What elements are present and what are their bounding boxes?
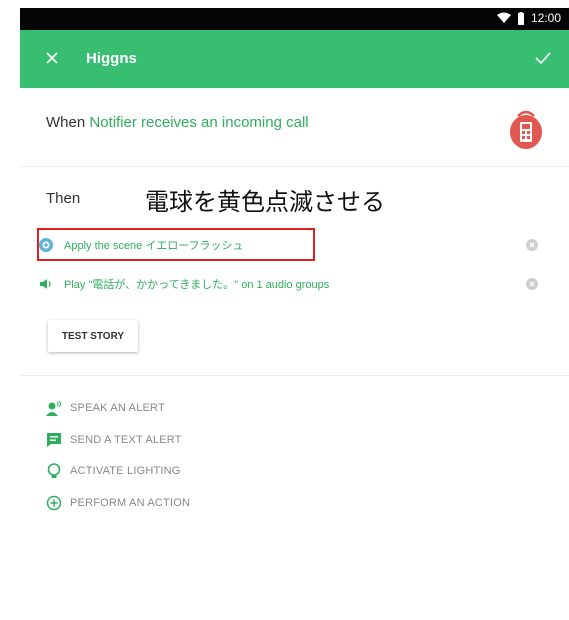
wifi-icon bbox=[496, 12, 511, 23]
add-circle-icon bbox=[46, 495, 62, 511]
check-icon[interactable] bbox=[533, 48, 553, 68]
status-icons: 12:00 bbox=[496, 11, 561, 25]
add-perform-action[interactable]: PERFORM AN ACTION bbox=[46, 493, 190, 513]
speak-alert-icon bbox=[46, 400, 61, 416]
trigger-description[interactable]: Notifier receives an incoming call bbox=[89, 114, 308, 131]
add-speak-alert[interactable]: SPEAK AN ALERT bbox=[46, 398, 165, 418]
add-option-label: SEND A TEXT ALERT bbox=[70, 434, 182, 446]
action-text: Play "電話が、かかってきました。" on 1 audio groups bbox=[64, 279, 330, 291]
phone-notifier-icon bbox=[510, 110, 542, 149]
section-divider bbox=[20, 375, 569, 376]
text-alert-icon bbox=[47, 433, 61, 447]
add-option-label: SPEAK AN ALERT bbox=[70, 402, 165, 414]
action-row-audio[interactable]: Play "電話が、かかってきました。" on 1 audio groups bbox=[38, 269, 558, 299]
annotation-highlight-box bbox=[37, 228, 315, 261]
trigger-row[interactable]: When Notifier receives an incoming call bbox=[20, 88, 569, 167]
battery-icon bbox=[517, 11, 524, 25]
annotation-note: 電球を黄色点滅させる bbox=[145, 188, 385, 216]
close-icon[interactable] bbox=[42, 48, 62, 68]
add-option-label: ACTIVATE LIGHTING bbox=[70, 465, 181, 477]
status-time: 12:00 bbox=[530, 11, 561, 25]
trigger-text: When Notifier receives an incoming call bbox=[46, 114, 309, 131]
remove-icon[interactable] bbox=[526, 239, 538, 251]
app-bar: Higgns bbox=[20, 30, 569, 88]
then-label: Then bbox=[46, 190, 81, 207]
app-title: Higgns bbox=[86, 50, 137, 67]
remove-icon[interactable] bbox=[526, 278, 538, 290]
status-bar: 12:00 bbox=[20, 8, 569, 30]
add-text-alert[interactable]: SEND A TEXT ALERT bbox=[46, 430, 182, 450]
when-prefix: When bbox=[46, 114, 86, 131]
lightbulb-icon bbox=[47, 463, 61, 478]
add-option-label: PERFORM AN ACTION bbox=[70, 497, 191, 509]
speaker-icon bbox=[40, 279, 51, 289]
test-story-button[interactable]: TEST STORY bbox=[48, 320, 138, 352]
add-activate-lighting[interactable]: ACTIVATE LIGHTING bbox=[46, 461, 181, 481]
